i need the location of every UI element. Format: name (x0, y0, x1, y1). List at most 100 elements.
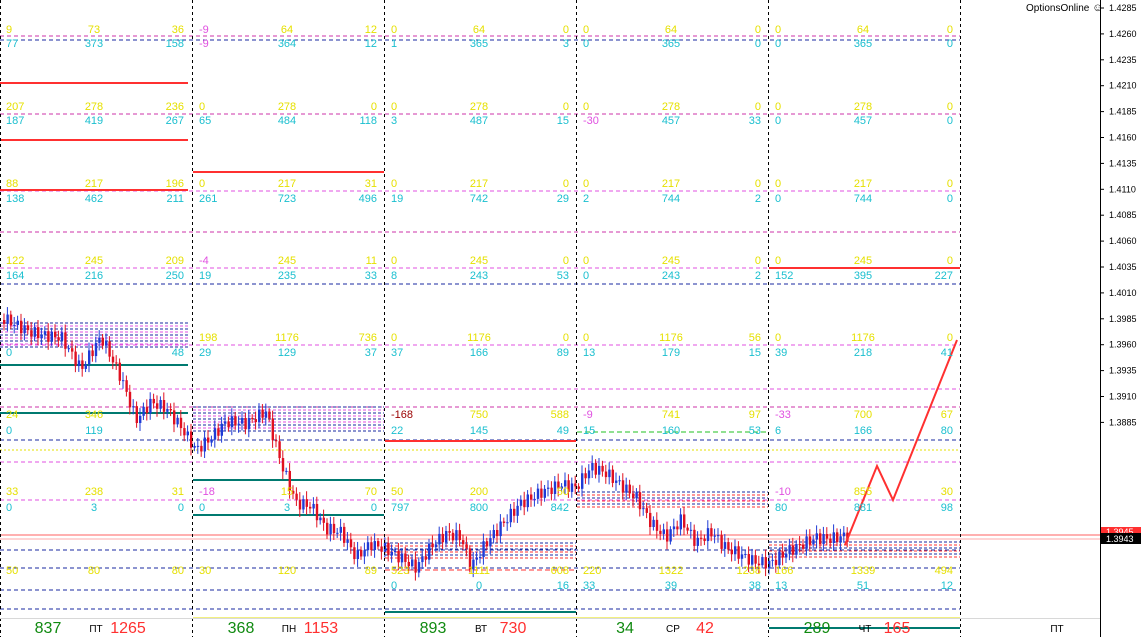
candle-body (693, 529, 696, 546)
candle-body (84, 364, 87, 369)
zone-top-value: 1111 (468, 565, 490, 577)
zone-bottom-value: 800 (470, 502, 488, 514)
zone-bottom-value: 12 (941, 580, 953, 592)
zone-bottom-value: 39 (775, 347, 787, 359)
candle-body (88, 350, 91, 365)
candle-body (336, 532, 339, 534)
candle-body (125, 380, 128, 392)
day-volume-sell: 42 (696, 620, 714, 637)
zone-bottom-value: 39 (665, 580, 677, 592)
candle-body (145, 406, 149, 414)
candle-body (23, 325, 26, 334)
candle-body (162, 400, 166, 412)
zone-bottom-value: 496 (359, 193, 377, 205)
axis-tick-label: 1.3885 (1109, 417, 1137, 427)
zone-bottom-value: -30 (583, 115, 599, 127)
zone-top-value: 278 (470, 101, 488, 113)
candle-body (615, 480, 618, 483)
candle-body (60, 332, 64, 341)
zone-bottom-value: 16 (557, 580, 569, 592)
zone-bottom-value: 12 (365, 38, 377, 50)
candle-body (734, 546, 737, 555)
zone-top-value: 50 (557, 486, 569, 498)
candle-body (584, 473, 587, 479)
candle-body (156, 403, 159, 409)
zone-top-value: 855 (854, 486, 872, 498)
candle-body (173, 410, 176, 425)
candle-body (94, 342, 98, 357)
candle-body (696, 537, 699, 546)
candle-body (71, 348, 74, 352)
candle-body (264, 411, 268, 418)
candle-body (723, 542, 727, 549)
candle-body (234, 416, 237, 426)
axis-tick-label: 1.4035 (1109, 262, 1137, 272)
axis-tick-label: 1.3910 (1109, 392, 1137, 402)
axis-tick-label: 1.4110 (1109, 184, 1136, 194)
candle-body (737, 546, 740, 559)
zone-top-value: 9 (6, 24, 12, 36)
candle-body (149, 398, 152, 414)
zone-bottom-value: 216 (85, 270, 103, 282)
zone-bottom-value: 160 (662, 425, 680, 437)
zone-top-value: 736 (359, 332, 377, 344)
zone-top-value: 0 (775, 332, 781, 344)
zone-bottom-value: 457 (662, 115, 680, 127)
candle-body (241, 418, 244, 424)
zone-bottom-value: 0 (775, 115, 781, 127)
candle-body (356, 549, 359, 560)
candle-body (224, 421, 227, 424)
candle-body (628, 484, 631, 494)
zone-bottom-value: 166 (470, 347, 488, 359)
candle-body (346, 539, 349, 543)
zone-top-value: -4 (199, 255, 209, 267)
candle-body (3, 320, 6, 324)
brand-name: OptionsOnline (1026, 3, 1090, 14)
zone-top-value: 494 (935, 565, 953, 577)
zone-top-value: 207 (6, 101, 24, 113)
candle-body (530, 494, 533, 500)
candle-body (655, 519, 659, 531)
zone-bottom-value: 129 (278, 347, 296, 359)
zone-bottom-value: 0 (6, 502, 12, 514)
zone-top-value: 278 (854, 101, 872, 113)
candle-body (676, 526, 679, 530)
candle-body (285, 470, 288, 472)
candle-body (370, 542, 373, 551)
zone-bottom-value: 395 (854, 270, 872, 282)
day-volume-buy: 289 (804, 620, 831, 637)
zone-top-value: 220 (583, 565, 601, 577)
zone-top-value: 80 (172, 565, 184, 577)
zone-bottom-value: 145 (470, 425, 488, 437)
candle-body (343, 526, 346, 543)
candle-body (390, 551, 393, 556)
zone-top-value: 50 (391, 486, 403, 498)
price-chart[interactable]: 9 73 3677 373 158-9 64 12-9 364 120 64 01 365 30 64 00… (0, 0, 1145, 637)
candle-body (788, 545, 791, 554)
zone-top-value: 217 (662, 178, 680, 190)
zone-bottom-value: 48 (172, 347, 184, 359)
candle-body (672, 526, 676, 530)
candle-body (751, 555, 754, 565)
candle-body (91, 350, 94, 357)
brand-label: OptionsOnline ☺ (1026, 2, 1103, 14)
zone-bottom-value: 6 (775, 425, 781, 437)
zone-bottom-value: 15 (583, 425, 595, 437)
zone-top-value: 0 (775, 24, 781, 36)
zone-top-value: 245 (854, 255, 872, 267)
candle-body (278, 441, 281, 459)
candle-body (740, 554, 744, 559)
zone-bottom-value: 0 (947, 38, 953, 50)
candle-body (703, 538, 706, 542)
zone-top-value: 31 (172, 486, 184, 498)
candle-body (353, 547, 356, 560)
candle-body (122, 380, 125, 382)
candle-body (574, 483, 577, 487)
zone-top-value: 0 (391, 24, 397, 36)
price-axis[interactable]: 1.4285 1.4260 1.4235 1.4210 1.4185 1.4160 1.41… (1100, 0, 1141, 637)
candle-body (669, 529, 672, 542)
zone-top-value: 750 (470, 409, 488, 421)
candle-body (315, 503, 319, 521)
zone-top-value: 64 (665, 24, 677, 36)
zone-top-value: 64 (281, 24, 293, 36)
